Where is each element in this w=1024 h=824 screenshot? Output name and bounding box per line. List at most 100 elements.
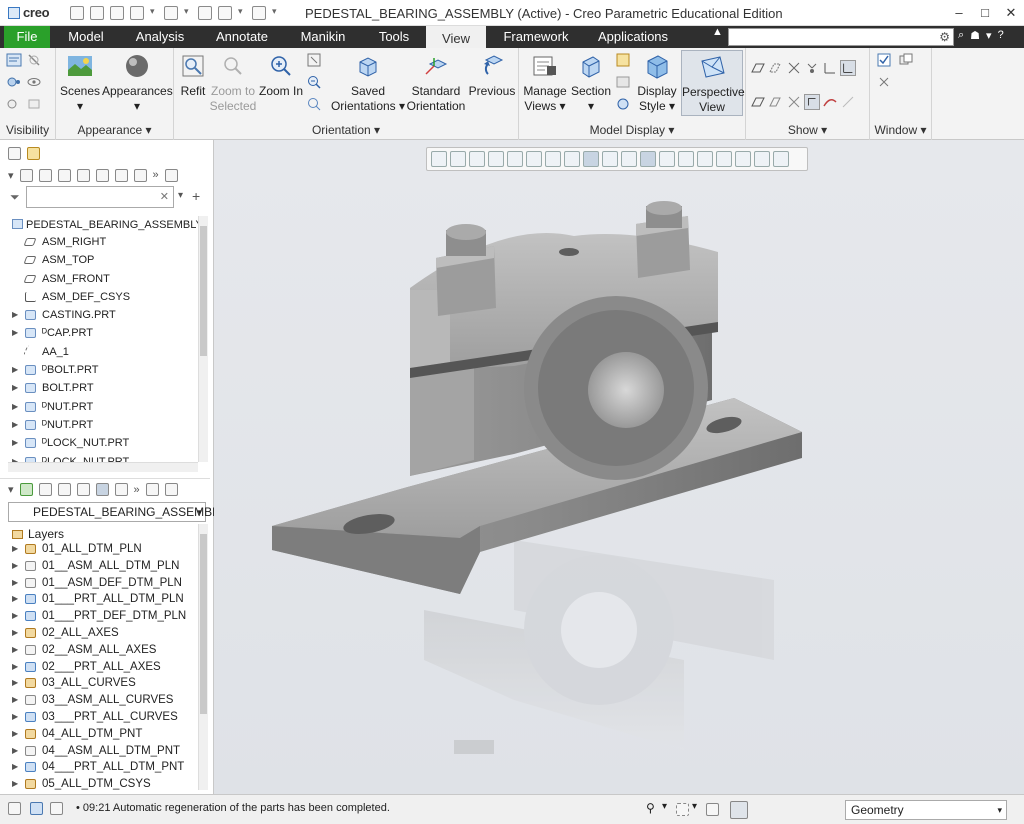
expand-arrow-icon[interactable]: ▶ <box>12 759 18 776</box>
show-hide-icon[interactable] <box>6 52 22 68</box>
expand-arrow-icon[interactable]: ▶ <box>12 591 18 608</box>
new-file-icon[interactable] <box>70 6 84 20</box>
model-tree-tab-icon[interactable] <box>8 146 21 160</box>
more-icon[interactable]: » <box>134 484 140 496</box>
notes-icon[interactable] <box>164 483 178 496</box>
selected-items-icon[interactable] <box>730 801 748 819</box>
tree-item[interactable]: ASM_DEF_CSYS <box>8 288 198 306</box>
tree-item[interactable]: ▶ ᴰCAP.PRT <box>8 324 198 342</box>
point-display-icon[interactable] <box>804 60 820 76</box>
disabled-display-icon[interactable] <box>840 94 856 110</box>
expand-all-icon[interactable] <box>57 168 71 182</box>
undo-icon[interactable] <box>130 6 144 20</box>
section-button[interactable]: Section ▾ <box>569 52 613 114</box>
tab-applications[interactable]: Applications <box>592 26 674 48</box>
layers-icon[interactable] <box>133 168 147 182</box>
tree-item[interactable]: ▶ CASTING.PRT <box>8 306 198 324</box>
layer-settings-icon[interactable] <box>76 483 90 496</box>
tree-filters-icon[interactable] <box>76 168 90 182</box>
tree-item[interactable]: ASM_TOP <box>8 251 198 269</box>
expand-arrow-icon[interactable]: ▶ <box>12 434 18 452</box>
layers-toolbar-icon[interactable] <box>19 483 33 496</box>
tab-tools[interactable]: Tools <box>372 26 416 48</box>
windows-icon[interactable] <box>218 6 232 20</box>
scrollbar-thumb[interactable] <box>200 226 207 356</box>
layer-properties-icon[interactable] <box>145 483 159 496</box>
layer-tree-scrollbar[interactable] <box>198 524 208 790</box>
tree-item[interactable]: ▶ BOLT.PRT <box>8 379 198 397</box>
layer-model-select[interactable]: PEDESTAL_BEARING_ASSEMBLY ▾ <box>8 502 226 522</box>
group-label-show[interactable]: Show ▾ <box>746 123 869 137</box>
manage-views-button[interactable]: Manage Views ▾ <box>521 52 569 114</box>
command-search-input[interactable]: ⚙ <box>728 28 954 46</box>
tree-item[interactable]: ▶ ᴰLOCK_NUT.PRT <box>8 434 198 452</box>
display-style-button[interactable]: Display Style ▾ <box>633 52 681 114</box>
save-icon[interactable] <box>110 6 124 20</box>
tab-view[interactable]: View <box>426 26 486 48</box>
search-icon[interactable]: ⌕ <box>958 29 964 42</box>
expand-arrow-icon[interactable]: ▶ <box>12 726 18 743</box>
layer-item[interactable]: ▶ 01___PRT_DEF_DTM_PLN <box>8 608 198 625</box>
tab-analysis[interactable]: Analysis <box>130 26 190 48</box>
model-tree-hscrollbar[interactable] <box>8 462 198 472</box>
expand-arrow-icon[interactable]: ▶ <box>12 306 18 324</box>
view-eye-icon[interactable] <box>26 74 42 90</box>
navigator-toggle-icon[interactable] <box>8 802 21 815</box>
tree-root[interactable]: PEDESTAL_BEARING_ASSEMBLY.ASM <box>12 216 198 234</box>
open-file-icon[interactable] <box>90 6 104 20</box>
layer-item[interactable]: ▶ 03__ASM_ALL_CURVES <box>8 692 198 709</box>
windows-list-icon[interactable] <box>898 52 914 68</box>
selection-box-icon[interactable] <box>676 803 689 816</box>
tab-annotate[interactable]: Annotate <box>210 26 274 48</box>
maximize-button[interactable]: □ <box>972 0 998 26</box>
windows-dropdown-icon[interactable]: ▾ <box>238 6 246 20</box>
axis-display-icon[interactable] <box>786 60 802 76</box>
pan-zoom-icon[interactable] <box>306 96 322 112</box>
refit-button[interactable]: Refit <box>176 52 210 99</box>
layer-item[interactable]: ▶ 02__ASM_ALL_AXES <box>8 642 198 659</box>
scenes-button[interactable]: Scenes ▾ <box>58 52 102 114</box>
tree-item[interactable]: ▶ ᴰNUT.PRT <box>8 398 198 416</box>
binoculars-icon[interactable]: ⚲ <box>646 801 655 815</box>
group-label-appearance[interactable]: Appearance ▾ <box>56 123 173 137</box>
group-label-window[interactable]: Window ▾ <box>870 123 931 137</box>
zoom-in-button[interactable]: Zoom In <box>258 52 304 99</box>
add-icon[interactable]: + <box>192 188 200 204</box>
undo-dropdown-icon[interactable]: ▾ <box>150 6 158 20</box>
layer-item[interactable]: ▶ 02___PRT_ALL_AXES <box>8 659 198 676</box>
appearances-dropdown-icon[interactable]: ▾ <box>134 99 140 113</box>
saved-orientations-button[interactable]: Saved Orientations ▾ <box>330 52 406 114</box>
spin-center-icon[interactable] <box>750 94 766 110</box>
layer-item[interactable]: ▶ 04___PRT_ALL_DTM_PNT <box>8 759 198 776</box>
csys-tag-display-icon[interactable] <box>840 60 856 76</box>
zoom-to-selected-button[interactable]: Zoom to Selected <box>208 52 258 114</box>
section-dropdown-icon[interactable]: ▾ <box>588 99 594 113</box>
group-label-model-display[interactable]: Model Display ▾ <box>519 123 745 137</box>
tab-manikin[interactable]: Manikin <box>294 26 352 48</box>
find-dropdown-icon[interactable]: ▾ <box>662 801 667 812</box>
expand-arrow-icon[interactable]: ▶ <box>12 361 18 379</box>
layer-item[interactable]: ▶ 04__ASM_ALL_DTM_PNT <box>8 743 198 760</box>
chevron-down-icon[interactable]: ▾ <box>997 801 1002 819</box>
settings-icon[interactable] <box>95 168 109 182</box>
expand-arrow-icon[interactable]: ▶ <box>12 659 18 676</box>
smart-select-icon[interactable] <box>706 803 719 816</box>
appearances-button[interactable]: Appearances ▾ <box>102 52 173 114</box>
expand-arrow-icon[interactable]: ▶ <box>12 558 18 575</box>
expand-arrow-icon[interactable]: ▶ <box>12 608 18 625</box>
expand-arrow-icon[interactable]: ▶ <box>12 709 18 726</box>
layer-item[interactable]: ▶ 03___PRT_ALL_CURVES <box>8 709 198 726</box>
redo-icon[interactable] <box>164 6 178 20</box>
clear-icon[interactable]: ✕ <box>160 190 169 203</box>
selection-dropdown-icon[interactable]: ▾ <box>692 801 697 812</box>
layer-item[interactable]: ▶ 01__ASM_ALL_DTM_PLN <box>8 558 198 575</box>
expand-arrow-icon[interactable]: ▶ <box>12 541 18 558</box>
scenes-dropdown-icon[interactable]: ▾ <box>77 99 83 113</box>
tree-item[interactable]: ▶ ᴰNUT.PRT <box>8 416 198 434</box>
redo-dropdown-icon[interactable]: ▾ <box>184 6 192 20</box>
point-tag-icon[interactable] <box>786 94 802 110</box>
chevron-down-icon[interactable]: ▾ <box>197 503 202 521</box>
layer-item[interactable]: ▶ 04_ALL_DTM_PNT <box>8 726 198 743</box>
selection-filter-select[interactable]: Geometry ▾ <box>845 800 1007 820</box>
pedestal-bearing-model[interactable] <box>214 140 1024 794</box>
